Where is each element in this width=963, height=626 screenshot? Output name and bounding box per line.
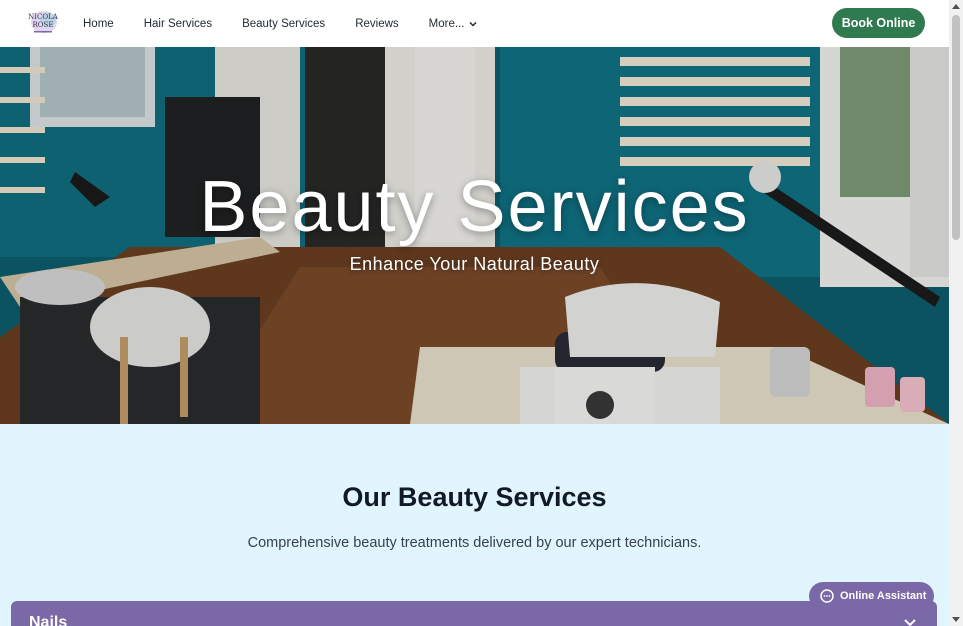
- nav-more-dropdown[interactable]: More...: [429, 18, 479, 30]
- nails-accordion-header[interactable]: Nails: [11, 601, 937, 626]
- svg-text:ROSE: ROSE: [33, 21, 54, 29]
- section-title: Our Beauty Services: [342, 482, 607, 512]
- section-subtitle: Comprehensive beauty treatments delivere…: [247, 535, 702, 551]
- chevron-down-icon: [904, 619, 916, 626]
- svg-text:NICOLA: NICOLA: [28, 13, 59, 21]
- hero-subtitle: Enhance Your Natural Beauty: [349, 254, 600, 274]
- hero-banner: Beauty Services Enhance Your Natural Bea…: [0, 47, 949, 424]
- hero-title: Beauty Services: [199, 167, 750, 247]
- accordion-label: Nails: [29, 614, 68, 626]
- nav-links: Home Hair Services Beauty Services Revie…: [83, 0, 508, 47]
- scrollbar-thumb[interactable]: [952, 15, 960, 240]
- book-online-button[interactable]: Book Online: [832, 8, 925, 38]
- nav-link-reviews[interactable]: Reviews: [355, 18, 398, 30]
- online-assistant-button[interactable]: Online Assistant: [809, 582, 934, 610]
- nav-link-beauty-services[interactable]: Beauty Services: [242, 18, 325, 30]
- chevron-down-icon: [469, 21, 477, 27]
- services-section: Our Beauty Services Comprehensive beauty…: [0, 424, 949, 626]
- scroll-down-arrow-icon[interactable]: [952, 617, 960, 622]
- top-navigation: NICOLA ROSE Home Hair Services Beauty Se…: [0, 0, 949, 47]
- nav-more-label: More...: [428, 17, 465, 30]
- salon-logo-icon[interactable]: NICOLA ROSE: [22, 8, 64, 38]
- assistant-label: Online Assistant: [840, 590, 927, 602]
- page-scrollbar[interactable]: [949, 0, 963, 626]
- nav-link-home[interactable]: Home: [83, 18, 114, 30]
- scroll-up-arrow-icon[interactable]: [952, 4, 960, 9]
- chat-bubble-icon: [820, 589, 834, 603]
- nav-link-hair-services[interactable]: Hair Services: [144, 18, 212, 30]
